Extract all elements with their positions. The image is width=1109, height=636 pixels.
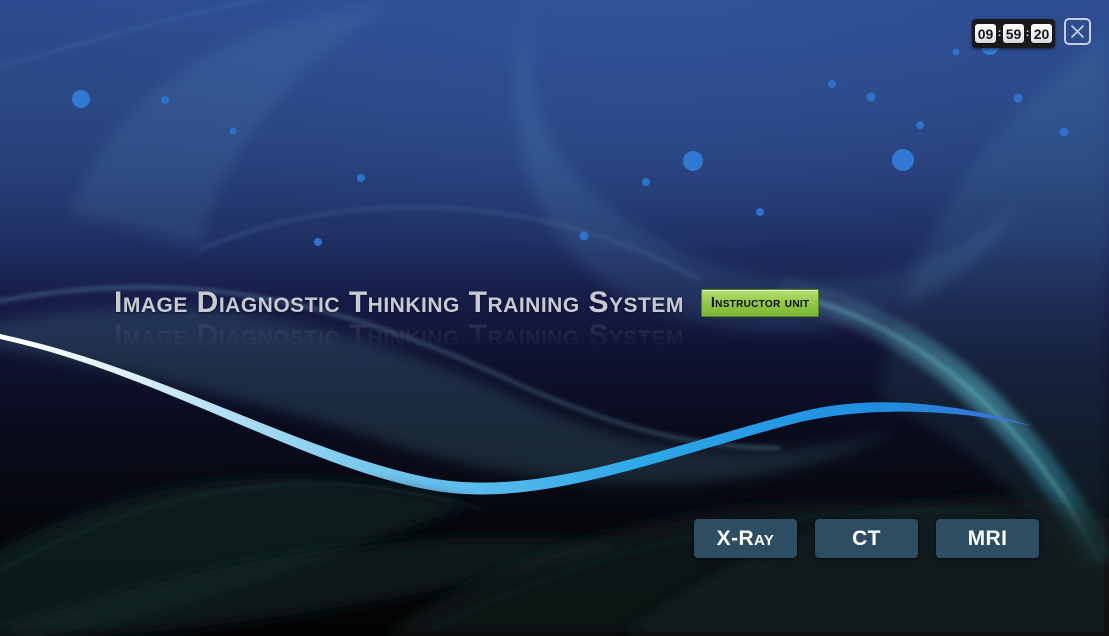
- clock-separator: :: [997, 29, 1002, 39]
- clock: 09 : 59 : 20: [972, 19, 1055, 48]
- page-title-reflection: Image Diagnostic Thinking Training Syste…: [114, 321, 684, 351]
- page-title: Image Diagnostic Thinking Training Syste…: [114, 288, 684, 318]
- splash-screen: 09 : 59 : 20 Image Diagnostic Thinking T…: [0, 0, 1109, 636]
- mri-button[interactable]: MRI: [936, 519, 1039, 558]
- clock-seconds: 20: [1031, 24, 1052, 43]
- title-row: Image Diagnostic Thinking Training Syste…: [114, 288, 819, 318]
- clock-minutes: 59: [1003, 24, 1024, 43]
- close-icon: [1070, 24, 1085, 39]
- instructor-unit-badge: Instructor unit: [701, 289, 819, 317]
- clock-separator: :: [1025, 29, 1030, 39]
- clock-hours: 09: [975, 24, 996, 43]
- close-button[interactable]: [1064, 18, 1091, 45]
- ct-button[interactable]: CT: [815, 519, 918, 558]
- xray-button[interactable]: X-Ray: [694, 519, 797, 558]
